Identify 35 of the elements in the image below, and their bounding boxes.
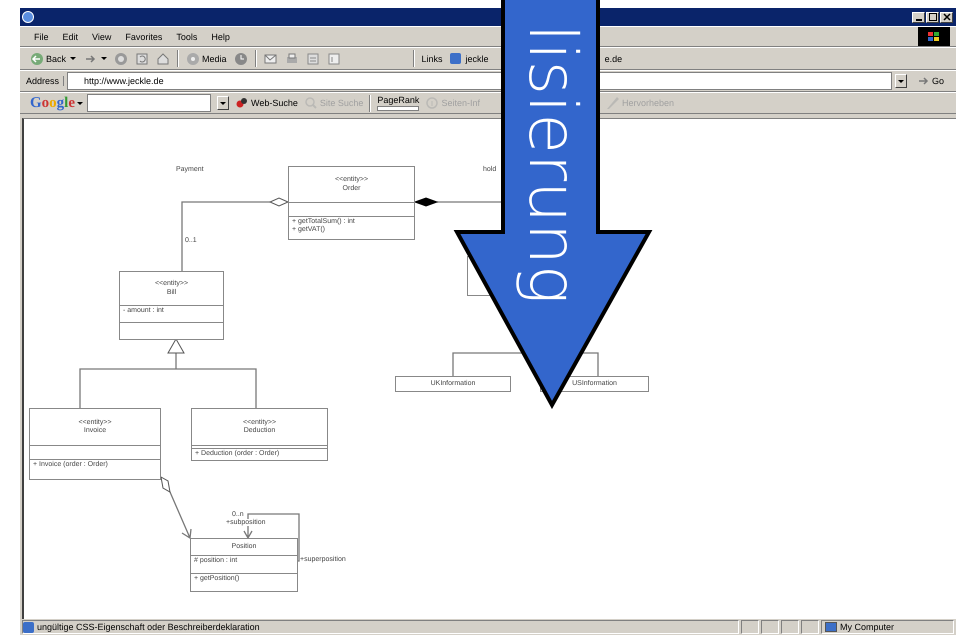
link-item[interactable]: jeckle <box>450 53 489 64</box>
info-icon <box>425 96 440 110</box>
status-text: ungültige CSS-Eigenschaft oder Beschreiberdeklaration <box>37 622 260 632</box>
menu-item[interactable]: View <box>92 32 112 42</box>
marker-icon <box>606 96 620 110</box>
menu-item[interactable]: Help <box>211 32 230 42</box>
address-label: Address <box>26 76 64 86</box>
go-button[interactable]: Go <box>910 74 950 88</box>
menu-item[interactable]: File <box>34 32 49 42</box>
maximize-icon <box>928 13 936 21</box>
browser-icon <box>22 11 34 23</box>
link-item[interactable]: e.de <box>604 54 622 64</box>
menu-item[interactable]: Favorites <box>125 32 162 42</box>
pagerank-indicator[interactable]: PageRank <box>377 95 420 111</box>
search-button[interactable]: Web-Suche <box>235 96 298 110</box>
menu-item[interactable]: Tools <box>176 32 198 42</box>
computer-icon <box>825 622 837 632</box>
minimize-button[interactable] <box>912 12 925 22</box>
search-icon <box>235 96 250 110</box>
media-button[interactable]: Media <box>186 52 227 66</box>
page-icon <box>23 622 34 632</box>
links-label: Links <box>422 54 443 64</box>
back-arrow-icon <box>30 52 44 66</box>
close-icon <box>942 13 950 21</box>
zone-text: My Computer <box>840 622 894 632</box>
search-icon <box>304 96 318 110</box>
dropdown-button[interactable] <box>894 74 907 88</box>
menu-item[interactable]: Edit <box>62 32 78 42</box>
back-button[interactable]: Back <box>30 52 76 66</box>
close-button[interactable] <box>940 12 953 22</box>
media-icon <box>186 52 200 66</box>
search-field[interactable] <box>87 94 212 112</box>
dropdown-button[interactable] <box>217 96 230 110</box>
maximize-button[interactable] <box>926 12 939 22</box>
windows-logo-icon <box>918 27 950 46</box>
